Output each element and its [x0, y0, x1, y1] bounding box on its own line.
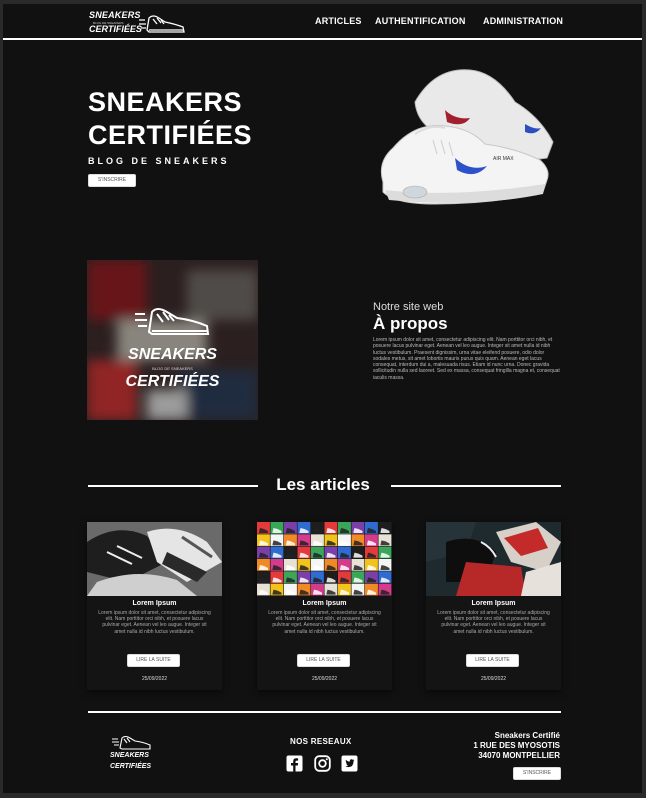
logo-line2: CERTIFIÉES: [89, 24, 142, 34]
article-excerpt: Lorem ipsum dolor sit amet, consectetur …: [437, 610, 550, 635]
about-text: Lorem ipsum dolor sit amet, consectetur …: [373, 337, 560, 381]
footer-signup-button[interactable]: S'INSCRIRE: [513, 767, 561, 780]
about-logo-tagline: BLOG DE SNEAKERS: [152, 366, 193, 371]
article-excerpt: Lorem ipsum dolor sit amet, consectetur …: [98, 610, 211, 635]
instagram-icon[interactable]: [314, 755, 331, 772]
article-date: 25/09/2022: [311, 676, 338, 682]
read-more-button[interactable]: LIRE LA SUITE: [466, 654, 519, 667]
article-image-sneaker-grid: [257, 522, 392, 596]
nav-articles[interactable]: ARTICLES: [315, 16, 362, 26]
read-more-button[interactable]: LIRE LA SUITE: [127, 654, 180, 667]
article-thumbnail[interactable]: [87, 522, 222, 596]
article-card: Lorem Ipsum Lorem ipsum dolor sit amet, …: [426, 522, 561, 690]
about-kicker: Notre site web: [373, 301, 444, 313]
svg-text:AIR MAX: AIR MAX: [493, 156, 514, 162]
sneaker-logo-icon: [139, 15, 185, 33]
footer-logo-line1: SNEAKERS: [110, 752, 149, 759]
articles-divider-left: [88, 485, 258, 487]
facebook-icon[interactable]: [286, 755, 303, 772]
page: SNEAKERS BLOG DE SNEAKERS CERTIFIÉES ART…: [3, 4, 642, 793]
articles-section-title: Les articles: [276, 475, 370, 494]
nav-authentification[interactable]: AUTHENTIFICATION: [375, 16, 466, 26]
twitter-icon[interactable]: [341, 755, 358, 772]
about-image: SNEAKERS BLOG DE SNEAKERS CERTIFIÉES: [87, 260, 258, 420]
article-card: Lorem Ipsum Lorem ipsum dolor sit amet, …: [87, 522, 222, 690]
hero-signup-button[interactable]: S'INSCRIRE: [88, 174, 136, 187]
nav-administration[interactable]: ADMINISTRATION: [483, 16, 563, 26]
hero-title-line1: SNEAKERS: [88, 87, 243, 117]
article-title: Lorem Ipsum: [302, 600, 347, 607]
articles-divider-right: [391, 485, 561, 487]
about-logo-line2: CERTIFIÉES: [125, 373, 220, 390]
about-title: À propos: [373, 314, 448, 333]
header-divider: [3, 38, 642, 40]
hero-title: SNEAKERS CERTIFIÉES: [88, 86, 252, 152]
article-image-red-sneakers: [426, 522, 561, 596]
article-title: Lorem Ipsum: [132, 600, 177, 607]
article-card: Lorem Ipsum Lorem ipsum dolor sit amet, …: [257, 522, 392, 690]
hero-subtitle: BLOG DE SNEAKERS: [88, 156, 230, 166]
read-more-button[interactable]: LIRE LA SUITE: [297, 654, 350, 667]
article-image-bw-sneakers: [87, 522, 222, 596]
about-sneaker-logo-icon: [135, 308, 210, 335]
logo-line1: SNEAKERS: [89, 10, 141, 20]
address-city: 34070 MONTPELLIER: [478, 751, 560, 760]
site-logo[interactable]: SNEAKERS BLOG DE SNEAKERS CERTIFIÉES: [89, 10, 189, 38]
article-date: 25/09/2022: [480, 676, 507, 682]
article-title: Lorem Ipsum: [471, 600, 516, 607]
about-logo-line1: SNEAKERS: [128, 346, 217, 363]
footer-address: Sneakers Certifié 1 RUE DES MYOSOTIS 340…: [443, 731, 560, 761]
article-date: 25/09/2022: [141, 676, 168, 682]
article-excerpt: Lorem ipsum dolor sit amet, consectetur …: [268, 610, 381, 635]
about-background-image: [87, 260, 258, 420]
article-thumbnail[interactable]: [257, 522, 392, 596]
footer-sneaker-logo-icon: [112, 735, 151, 750]
address-street: 1 RUE DES MYOSOTIS: [473, 741, 560, 750]
footer-logo[interactable]: SNEAKERS CERTIFIÉES: [108, 732, 158, 776]
hero-title-line2: CERTIFIÉES: [88, 120, 253, 150]
social-title: NOS RESEAUX: [290, 737, 352, 746]
footer-logo-line2: CERTIFIÉES: [110, 763, 152, 770]
footer-divider: [88, 711, 561, 713]
hero-sneaker-image: AIR MAX: [380, 69, 554, 205]
article-thumbnail[interactable]: [426, 522, 561, 596]
address-name: Sneakers Certifié: [494, 731, 560, 740]
